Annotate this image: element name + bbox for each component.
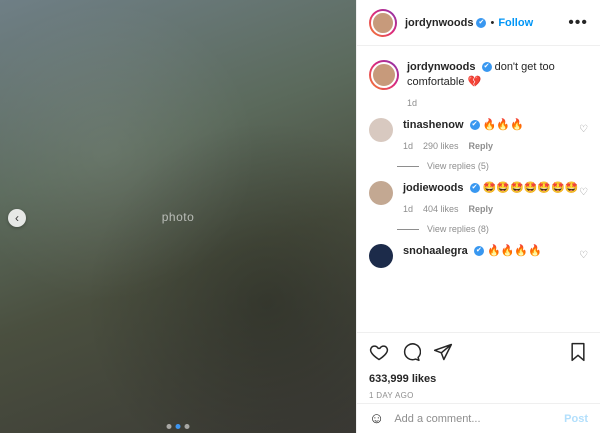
separator-dot: • bbox=[490, 16, 495, 29]
comment-likes[interactable]: 290 likes bbox=[423, 141, 459, 151]
more-options-icon[interactable]: ••• bbox=[568, 14, 588, 32]
comment-text: 🔥🔥🔥 bbox=[482, 119, 524, 131]
share-paper-plane-icon[interactable] bbox=[433, 342, 453, 367]
comment-avatar[interactable] bbox=[369, 118, 393, 142]
comment-item: snohaalegra ✔ 🔥🔥🔥🔥 ♡ bbox=[357, 244, 600, 268]
like-comment-heart-icon[interactable]: ♡ bbox=[579, 187, 588, 214]
reply-button[interactable]: Reply bbox=[469, 141, 494, 151]
like-comment-heart-icon[interactable]: ♡ bbox=[579, 124, 588, 151]
view-replies-button[interactable]: View replies (5) bbox=[397, 161, 600, 171]
verified-icon: ✔ bbox=[476, 17, 487, 28]
post-comment-button[interactable]: Post bbox=[564, 413, 588, 425]
carousel-dot bbox=[166, 424, 172, 429]
like-heart-icon[interactable] bbox=[369, 342, 389, 367]
comment-item: tinashenow ✔ 🔥🔥🔥 1d 290 likes Reply ♡ bbox=[357, 118, 600, 151]
post-media[interactable]: photo ‹ bbox=[0, 0, 356, 433]
post-actions-section: 633,999 likes 1 DAY AGO bbox=[357, 332, 600, 400]
comment-age: 1d bbox=[403, 204, 414, 214]
add-comment-bar: ☺ Post bbox=[357, 403, 600, 433]
reply-button[interactable]: Reply bbox=[469, 204, 494, 214]
author-avatar[interactable] bbox=[369, 8, 397, 37]
comment-avatar[interactable] bbox=[369, 244, 393, 268]
comment-text: 🤩🤩🤩🤩🤩🤩🤩 bbox=[482, 182, 579, 194]
comment-username[interactable]: snohaalegra bbox=[403, 245, 468, 257]
chevron-left-icon: ‹ bbox=[15, 211, 19, 225]
caption-emoji: 💔 bbox=[467, 76, 482, 88]
like-comment-heart-icon[interactable]: ♡ bbox=[579, 250, 588, 268]
carousel-dots bbox=[166, 424, 190, 429]
action-bar bbox=[369, 341, 588, 367]
caption-username[interactable]: jordynwoods bbox=[407, 61, 475, 73]
save-bookmark-icon[interactable] bbox=[568, 342, 588, 367]
caption-age: 1d bbox=[407, 98, 418, 108]
emoji-picker-icon[interactable]: ☺ bbox=[369, 410, 384, 427]
comment-bubble-icon[interactable] bbox=[401, 342, 422, 367]
post-time-ago: 1 DAY AGO bbox=[369, 391, 414, 400]
comment-likes[interactable]: 404 likes bbox=[423, 204, 459, 214]
verified-icon: ✔ bbox=[469, 120, 480, 131]
post-caption: jordynwoods ✔ don't get too comfortable … bbox=[357, 46, 600, 108]
carousel-dot bbox=[184, 424, 190, 429]
comment-text: 🔥🔥🔥🔥 bbox=[486, 245, 542, 257]
media-placeholder-label: photo bbox=[161, 209, 195, 224]
carousel-prev-button[interactable]: ‹ bbox=[8, 209, 26, 227]
likes-count[interactable]: 633,999 likes bbox=[369, 373, 588, 385]
comment-item: jodiewoods ✔ 🤩🤩🤩🤩🤩🤩🤩 1d 404 likes Reply … bbox=[357, 181, 600, 214]
follow-button[interactable]: Follow bbox=[498, 17, 533, 29]
view-replies-button[interactable]: View replies (8) bbox=[397, 224, 600, 234]
post-side-panel: jordynwoods ✔ • Follow ••• jordynwoods ✔… bbox=[356, 0, 600, 433]
caption-avatar[interactable] bbox=[369, 60, 399, 90]
comment-username[interactable]: jodiewoods bbox=[403, 182, 464, 194]
author-username[interactable]: jordynwoods bbox=[405, 17, 473, 29]
verified-icon: ✔ bbox=[469, 183, 480, 194]
comment-username[interactable]: tinashenow bbox=[403, 119, 464, 131]
comment-avatar[interactable] bbox=[369, 181, 393, 205]
verified-icon: ✔ bbox=[481, 62, 492, 73]
comment-age: 1d bbox=[403, 141, 414, 151]
comment-input[interactable] bbox=[394, 412, 565, 425]
verified-icon: ✔ bbox=[473, 246, 484, 257]
post-header: jordynwoods ✔ • Follow ••• bbox=[357, 0, 600, 46]
carousel-dot-active bbox=[175, 424, 181, 429]
